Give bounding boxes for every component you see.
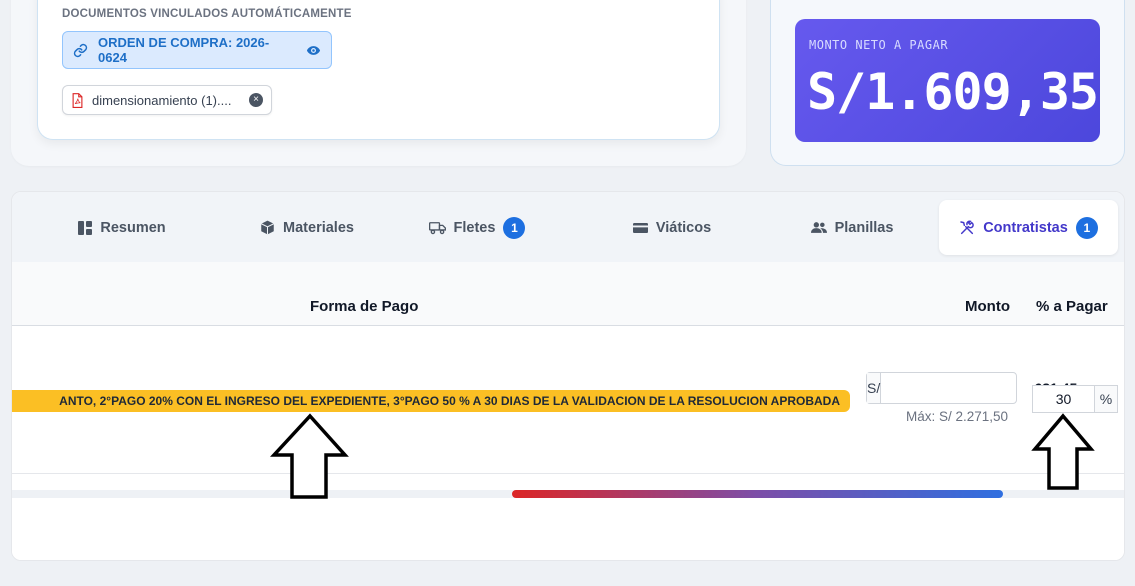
link-icon (73, 43, 88, 57)
percentage-input-group: % (1032, 385, 1118, 413)
net-amount-value: S/1.609,35 (807, 63, 1099, 121)
net-amount-card: MONTO NETO A PAGAR S/1.609,35 (795, 19, 1100, 142)
contractors-table: Forma de Pago Monto % a Pagar ANTO, 2°PA… (12, 262, 1124, 560)
tab-resumen[interactable]: Resumen (42, 200, 202, 255)
tab-viaticos-label: Viáticos (655, 219, 712, 236)
header-monto: Monto (965, 298, 1010, 315)
documents-card: DOCUMENTOS VINCULADOS AUTOMÁTICAMENTE OR… (37, 0, 720, 140)
tabs-panel: Resumen Materiales Fletes 1 Viáticos Pla… (11, 191, 1125, 561)
tab-contratistas[interactable]: Contratistas 1 (939, 200, 1118, 255)
percentage-suffix: % (1095, 386, 1117, 412)
net-amount-label: MONTO NETO A PAGAR (809, 38, 949, 52)
tab-viaticos[interactable]: Viáticos (592, 200, 752, 255)
attachment-name: dimensionamiento (1).... (92, 92, 232, 108)
purchase-order-link[interactable]: ORDEN DE COMPRA: 2026-0624 (62, 31, 332, 69)
payment-terms-badge: ANTO, 2°PAGO 20% CON EL INGRESO DEL EXPE… (12, 390, 850, 412)
tab-planillas-label: Planillas (834, 219, 894, 236)
percentage-input[interactable] (1033, 386, 1095, 412)
tabs-bar: Resumen Materiales Fletes 1 Viáticos Pla… (12, 192, 1124, 262)
tab-resumen-label: Resumen (100, 219, 166, 236)
documents-title: DOCUMENTOS VINCULADOS AUTOMÁTICAMENTE (62, 8, 352, 20)
horizontal-scrollbar-thumb[interactable] (512, 490, 1003, 498)
header-porcentaje: % a Pagar (1036, 298, 1108, 315)
truck-icon (428, 221, 446, 234)
table-header-row: Forma de Pago Monto % a Pagar (12, 262, 1124, 326)
users-icon (810, 222, 827, 233)
tab-contratistas-label: Contratistas (983, 219, 1068, 236)
money-icon (632, 222, 648, 233)
currency-prefix: S/ (867, 373, 882, 403)
monto-max-hint: Máx: S/ 2.271,50 (906, 409, 1009, 424)
monto-input-group: S/ (866, 372, 1090, 404)
tab-materiales-label: Materiales (283, 219, 354, 236)
box-icon (261, 220, 275, 235)
remove-attachment-icon[interactable]: × (249, 93, 263, 107)
tab-planillas[interactable]: Planillas (772, 200, 932, 255)
tab-fletes-badge: 1 (503, 216, 526, 239)
attachment-chip[interactable]: dimensionamiento (1).... × (62, 85, 272, 115)
purchase-order-label: ORDEN DE COMPRA: 2026-0624 (98, 35, 270, 65)
eye-icon[interactable] (306, 43, 321, 58)
up-arrow-annotation-right (1031, 413, 1095, 490)
pdf-file-icon (72, 92, 83, 108)
tab-fletes-label: Fletes (453, 219, 496, 236)
tab-materiales[interactable]: Materiales (222, 200, 392, 255)
row-divider (12, 473, 1124, 474)
tab-contratistas-badge: 1 (1075, 216, 1098, 239)
header-forma-pago: Forma de Pago (310, 298, 419, 315)
tools-icon (960, 220, 974, 234)
tab-fletes[interactable]: Fletes 1 (412, 200, 542, 255)
up-arrow-annotation-left (270, 413, 349, 499)
dashboard-icon (78, 220, 93, 235)
